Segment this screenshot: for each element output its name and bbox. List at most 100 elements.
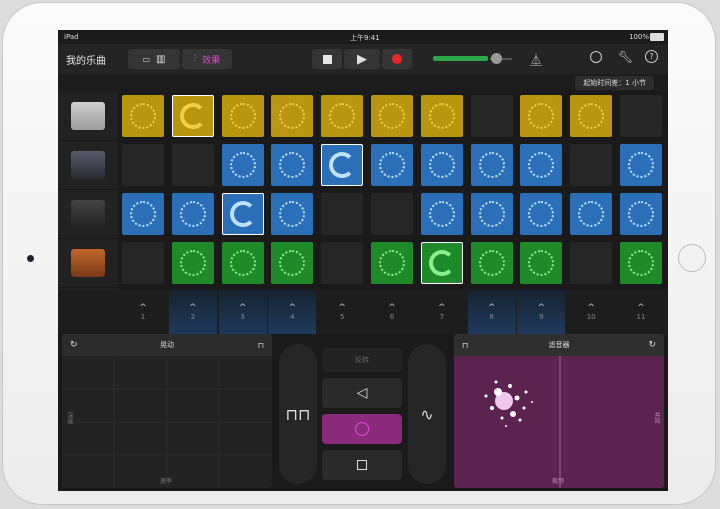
loop-cell[interactable] — [321, 144, 364, 186]
column-trigger[interactable]: ^ 7 — [418, 290, 466, 334]
column-trigger[interactable]: ^ 6 — [368, 290, 416, 334]
home-button[interactable] — [678, 244, 706, 272]
loop-cell[interactable] — [420, 193, 463, 235]
loop-cell[interactable] — [570, 242, 613, 284]
loop-cell[interactable] — [520, 193, 563, 235]
column-trigger[interactable]: ^ 9 — [517, 290, 566, 334]
loop-cell[interactable] — [122, 193, 164, 235]
metronome-icon[interactable]: ⏅ — [530, 51, 542, 68]
column-number: 2 — [190, 313, 196, 321]
column-trigger[interactable]: ^ 10 — [567, 290, 615, 334]
loop-cell[interactable] — [271, 144, 314, 186]
loop-cell[interactable] — [321, 95, 364, 137]
loop-cell[interactable] — [420, 95, 463, 137]
square-wave-icon: ⊓⊓ — [285, 404, 311, 424]
device-label: iPad — [64, 33, 79, 41]
column-trigger[interactable]: ^ 4 — [268, 290, 317, 334]
loop-cell[interactable] — [122, 144, 164, 186]
waveform-ring-icon — [229, 250, 256, 276]
xy-pad-right-title[interactable]: 滤音器 — [549, 340, 570, 350]
swap-effect-icon[interactable]: ↻ — [70, 340, 78, 350]
column-trigger[interactable]: ^ 5 — [318, 290, 366, 334]
loop-cell[interactable] — [321, 193, 364, 235]
column-trigger[interactable]: ^ 8 — [467, 290, 516, 334]
loop-cell[interactable] — [171, 242, 214, 284]
loop-cell[interactable] — [570, 193, 613, 235]
browser-icon: ▭ — [142, 54, 151, 64]
xy-pad-left[interactable]: ↻ 晃动 ⊓ 速率 深度 — [62, 334, 272, 488]
loop-cell[interactable] — [420, 144, 463, 186]
loop-cell[interactable] — [371, 242, 413, 284]
loop-cell[interactable] — [122, 242, 164, 284]
loop-cell[interactable] — [520, 242, 563, 284]
loop-cell[interactable] — [570, 144, 613, 186]
loop-cell[interactable] — [171, 95, 214, 137]
stop-button[interactable] — [312, 49, 342, 69]
settings-wrench-icon[interactable]: 🔧︎ — [618, 50, 633, 64]
loop-browser-icon[interactable] — [590, 51, 602, 63]
waveform-ring-icon — [528, 103, 555, 129]
loop-cell[interactable] — [371, 95, 413, 137]
play-button[interactable]: ▶ — [344, 49, 380, 69]
swap-effect-icon[interactable]: ↻ — [648, 340, 656, 350]
loop-cell[interactable] — [221, 144, 264, 186]
fx-button[interactable]: ⫶ 效果 — [182, 49, 232, 69]
loop-cell[interactable] — [321, 242, 364, 284]
sine-wave-button[interactable]: ∿ — [408, 344, 446, 484]
loop-cell[interactable] — [520, 144, 563, 186]
column-trigger[interactable]: ^ 2 — [168, 290, 217, 334]
loop-cell[interactable] — [620, 242, 662, 284]
loop-cell[interactable] — [271, 193, 314, 235]
xy-pad-left-title[interactable]: 晃动 — [160, 340, 174, 350]
loop-cell[interactable] — [620, 144, 662, 186]
column-trigger[interactable]: ^ 11 — [617, 290, 665, 334]
loop-cell[interactable] — [470, 144, 513, 186]
instrument-header-drums[interactable] — [58, 92, 118, 141]
lock-icon[interactable]: ⊓ — [258, 341, 264, 350]
xy-pad-right[interactable]: ⊓ 滤音器 ↻ 截频 共鸣 — [454, 334, 664, 488]
loop-cell[interactable] — [420, 242, 463, 284]
live-loops-grid: ▦ ^1^2^3^4^5^6^7^8^9^10^11 — [58, 92, 668, 340]
instrument-header-synth[interactable] — [58, 190, 118, 239]
waveform-ring-icon — [528, 152, 555, 178]
chevron-up-icon: ^ — [587, 303, 595, 313]
start-time-pill[interactable]: 起始时间差：1 小节 — [575, 76, 654, 90]
view-toggle-button[interactable]: ▭ ▥ — [128, 49, 180, 69]
loop-cell[interactable] — [171, 144, 214, 186]
loop-cell[interactable] — [221, 193, 264, 235]
scratch-button[interactable] — [322, 414, 402, 444]
xy-pad-right-header: ⊓ 滤音器 ↻ — [454, 334, 664, 356]
waveform-ring-icon — [229, 103, 256, 129]
loop-cell[interactable] — [470, 242, 513, 284]
waveform-ring-icon — [279, 201, 306, 227]
instrument-header-keys[interactable] — [58, 239, 118, 288]
chevron-up-icon: ^ — [338, 303, 346, 313]
help-icon[interactable]: ? — [645, 50, 658, 63]
loop-cell[interactable] — [371, 144, 413, 186]
loop-cell[interactable] — [520, 95, 563, 137]
loop-cell[interactable] — [620, 95, 662, 137]
instrument-header-dj[interactable] — [58, 141, 118, 190]
loop-cell[interactable] — [570, 95, 613, 137]
loop-cell[interactable] — [122, 95, 164, 137]
column-trigger[interactable]: ^ 3 — [218, 290, 267, 334]
loop-cell[interactable] — [221, 95, 264, 137]
loop-cell[interactable] — [171, 193, 214, 235]
column-trigger[interactable]: ^ 1 — [119, 290, 167, 334]
lock-icon[interactable]: ⊓ — [462, 341, 468, 350]
loop-cell[interactable] — [271, 242, 314, 284]
rewind-button[interactable]: ◁ — [322, 378, 402, 408]
loop-cell[interactable] — [221, 242, 264, 284]
loop-cell[interactable] — [371, 193, 413, 235]
stop-square-button[interactable] — [322, 450, 402, 480]
loop-cell[interactable] — [620, 193, 662, 235]
xy-pad-right-area — [484, 356, 561, 488]
square-wave-button[interactable]: ⊓⊓ — [279, 344, 317, 484]
loop-cell[interactable] — [271, 95, 314, 137]
loop-cell[interactable] — [470, 193, 513, 235]
reverse-button[interactable]: 反转 — [322, 348, 402, 372]
loop-cell[interactable] — [470, 95, 513, 137]
song-title[interactable]: 我的乐曲 — [66, 52, 106, 67]
record-button[interactable] — [382, 49, 412, 69]
volume-slider-knob[interactable] — [491, 53, 502, 64]
